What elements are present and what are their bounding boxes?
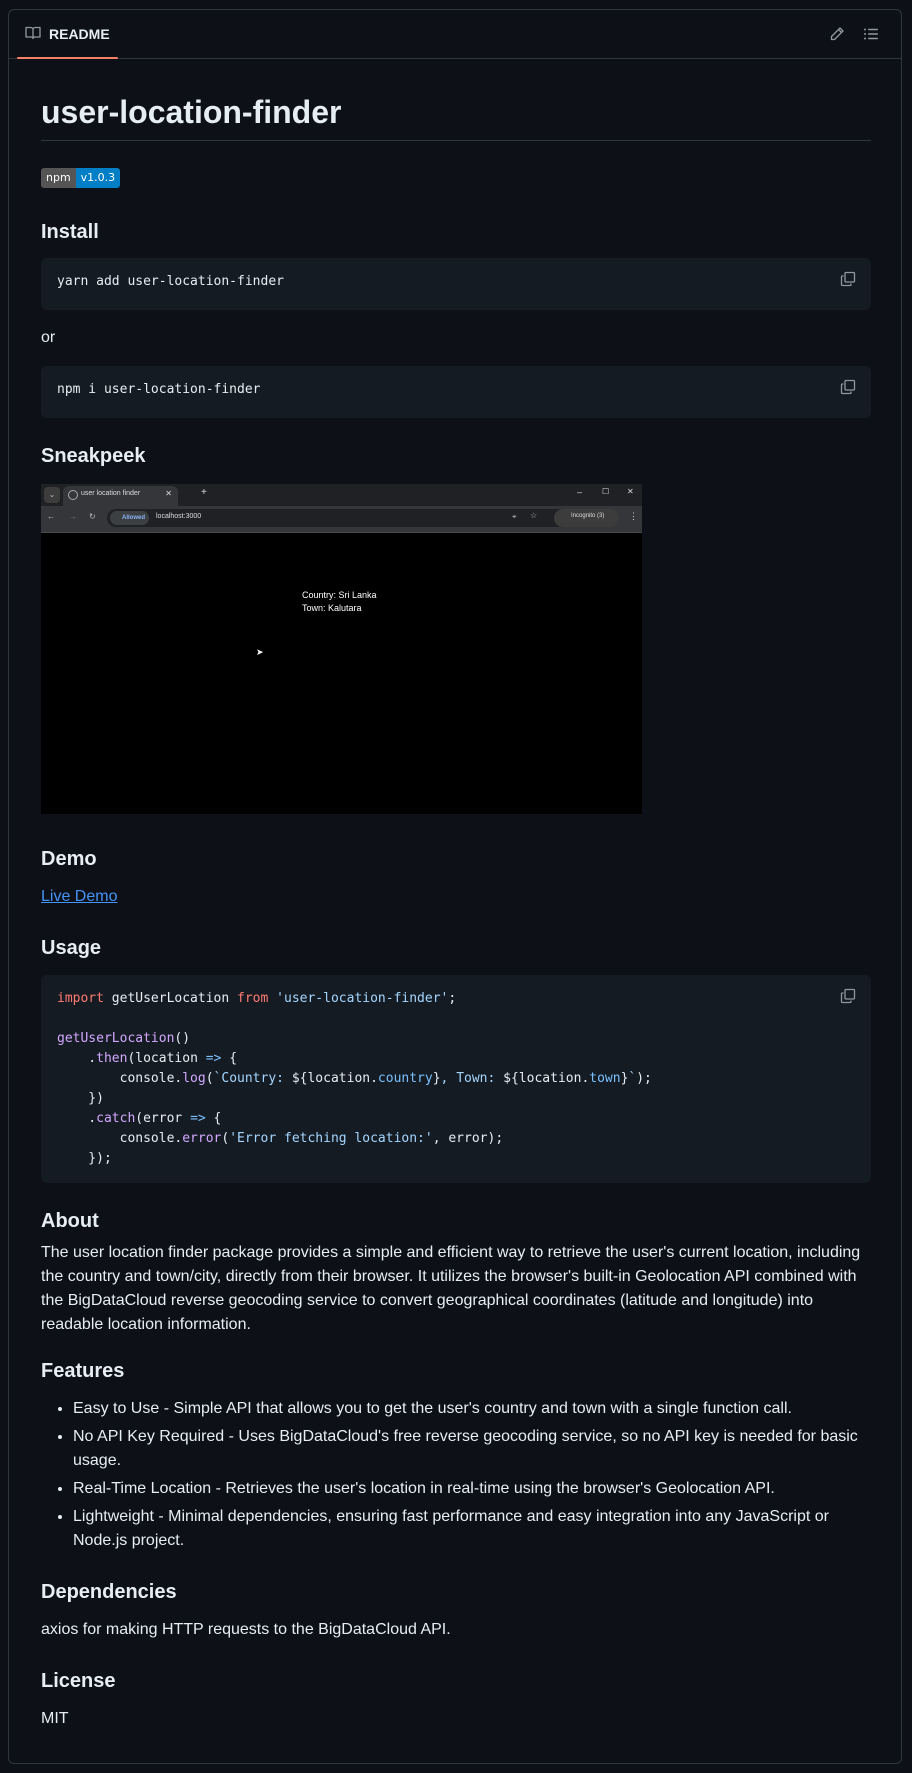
browser-address-bar: ← → ↻ Allowed localhost:3000 ⌖ ☆ Incogni… (41, 506, 642, 533)
usage-heading: Usage (41, 937, 102, 959)
license-heading: License (41, 1670, 116, 1692)
browser-tab-title: user location finder (81, 490, 141, 497)
dependencies-text: axios for making HTTP requests to the Bi… (41, 1621, 451, 1638)
sneakpeek-screenshot: ⌄ user location finder ✕ + – ☐ ✕ ← → ↻ A… (41, 484, 642, 814)
license-text: MIT (41, 1710, 69, 1727)
copy-icon[interactable] (840, 988, 856, 1004)
back-icon: ← (47, 512, 55, 521)
edit-pencil-icon[interactable] (827, 24, 847, 44)
book-icon (25, 25, 41, 44)
list-item: Easy to Use - Simple API that allows you… (73, 1397, 871, 1421)
install-cmd-npm: npm i user-location-finder (57, 382, 261, 397)
plus-icon: + (201, 487, 207, 498)
about-text: The user location finder package provide… (41, 1244, 861, 1333)
forward-icon: → (69, 512, 77, 521)
globe-icon (68, 490, 78, 500)
cursor-icon: ➤ (256, 647, 264, 657)
readme-header: README (9, 10, 901, 59)
screenshot-country: Country: Sri Lanka (302, 590, 377, 600)
sneakpeek-heading: Sneakpeek (41, 445, 146, 467)
demo-paragraph: Live Demo (41, 885, 871, 909)
copy-icon[interactable] (840, 379, 856, 395)
kebab-menu-icon: ⋮ (629, 511, 638, 521)
badge-label: npm (41, 168, 76, 188)
install-code-block-npm: npm i user-location-finder (41, 366, 871, 418)
npm-version-badge[interactable]: npm v1.0.3 (41, 168, 121, 188)
badge-value: v1.0.3 (75, 168, 121, 188)
features-heading: Features (41, 1360, 125, 1382)
location-pin-icon: ⌖ (512, 512, 517, 521)
or-text: or (41, 329, 56, 346)
copy-icon[interactable] (840, 271, 856, 287)
screenshot-town: Town: Kalutara (302, 603, 362, 613)
close-icon: ✕ (165, 489, 172, 498)
list-item: No API Key Required - Uses BigDataCloud'… (73, 1425, 871, 1473)
install-code-block-yarn: yarn add user-location-finder (41, 258, 871, 310)
url-text: localhost:3000 (156, 513, 202, 520)
demo-heading: Demo (41, 848, 97, 870)
live-demo-link[interactable]: Live Demo (41, 888, 117, 905)
usage-code-block: import getUserLocation from 'user-locati… (41, 975, 871, 1183)
tab-readme[interactable]: README (17, 10, 118, 59)
list-item: Lightweight - Minimal dependencies, ensu… (73, 1505, 871, 1553)
about-heading: About (41, 1210, 99, 1232)
maximize-icon: ☐ (602, 487, 610, 496)
chevron-down-icon: ⌄ (44, 487, 60, 503)
permission-chip: Allowed (110, 511, 150, 525)
page-title: user-location-finder (41, 92, 871, 141)
readme-panel: README user-location-finder npm v1.0.3 I… (8, 9, 902, 1764)
install-cmd-yarn: yarn add user-location-finder (57, 274, 284, 289)
window-close-icon: ✕ (627, 487, 634, 496)
outline-list-icon[interactable] (861, 24, 881, 44)
reload-icon: ↻ (89, 512, 96, 521)
list-item: Real-Time Location - Retrieves the user'… (73, 1477, 871, 1501)
screenshot-output: Country: Sri Lanka Town: Kalutara (302, 589, 377, 615)
browser-tab: user location finder ✕ (63, 486, 178, 506)
install-heading: Install (41, 221, 99, 243)
star-icon: ☆ (530, 511, 538, 520)
tab-readme-label: README (49, 26, 110, 42)
browser-tab-bar: ⌄ user location finder ✕ + – ☐ ✕ (41, 484, 642, 506)
incognito-chip: Incognito (3) (554, 509, 619, 527)
features-list: Easy to Use - Simple API that allows you… (41, 1397, 871, 1557)
url-field: Allowed localhost:3000 ⌖ ☆ (107, 509, 577, 527)
dependencies-heading: Dependencies (41, 1581, 177, 1603)
incognito-label: Incognito (3) (571, 513, 605, 519)
minimize-icon: – (577, 487, 583, 497)
